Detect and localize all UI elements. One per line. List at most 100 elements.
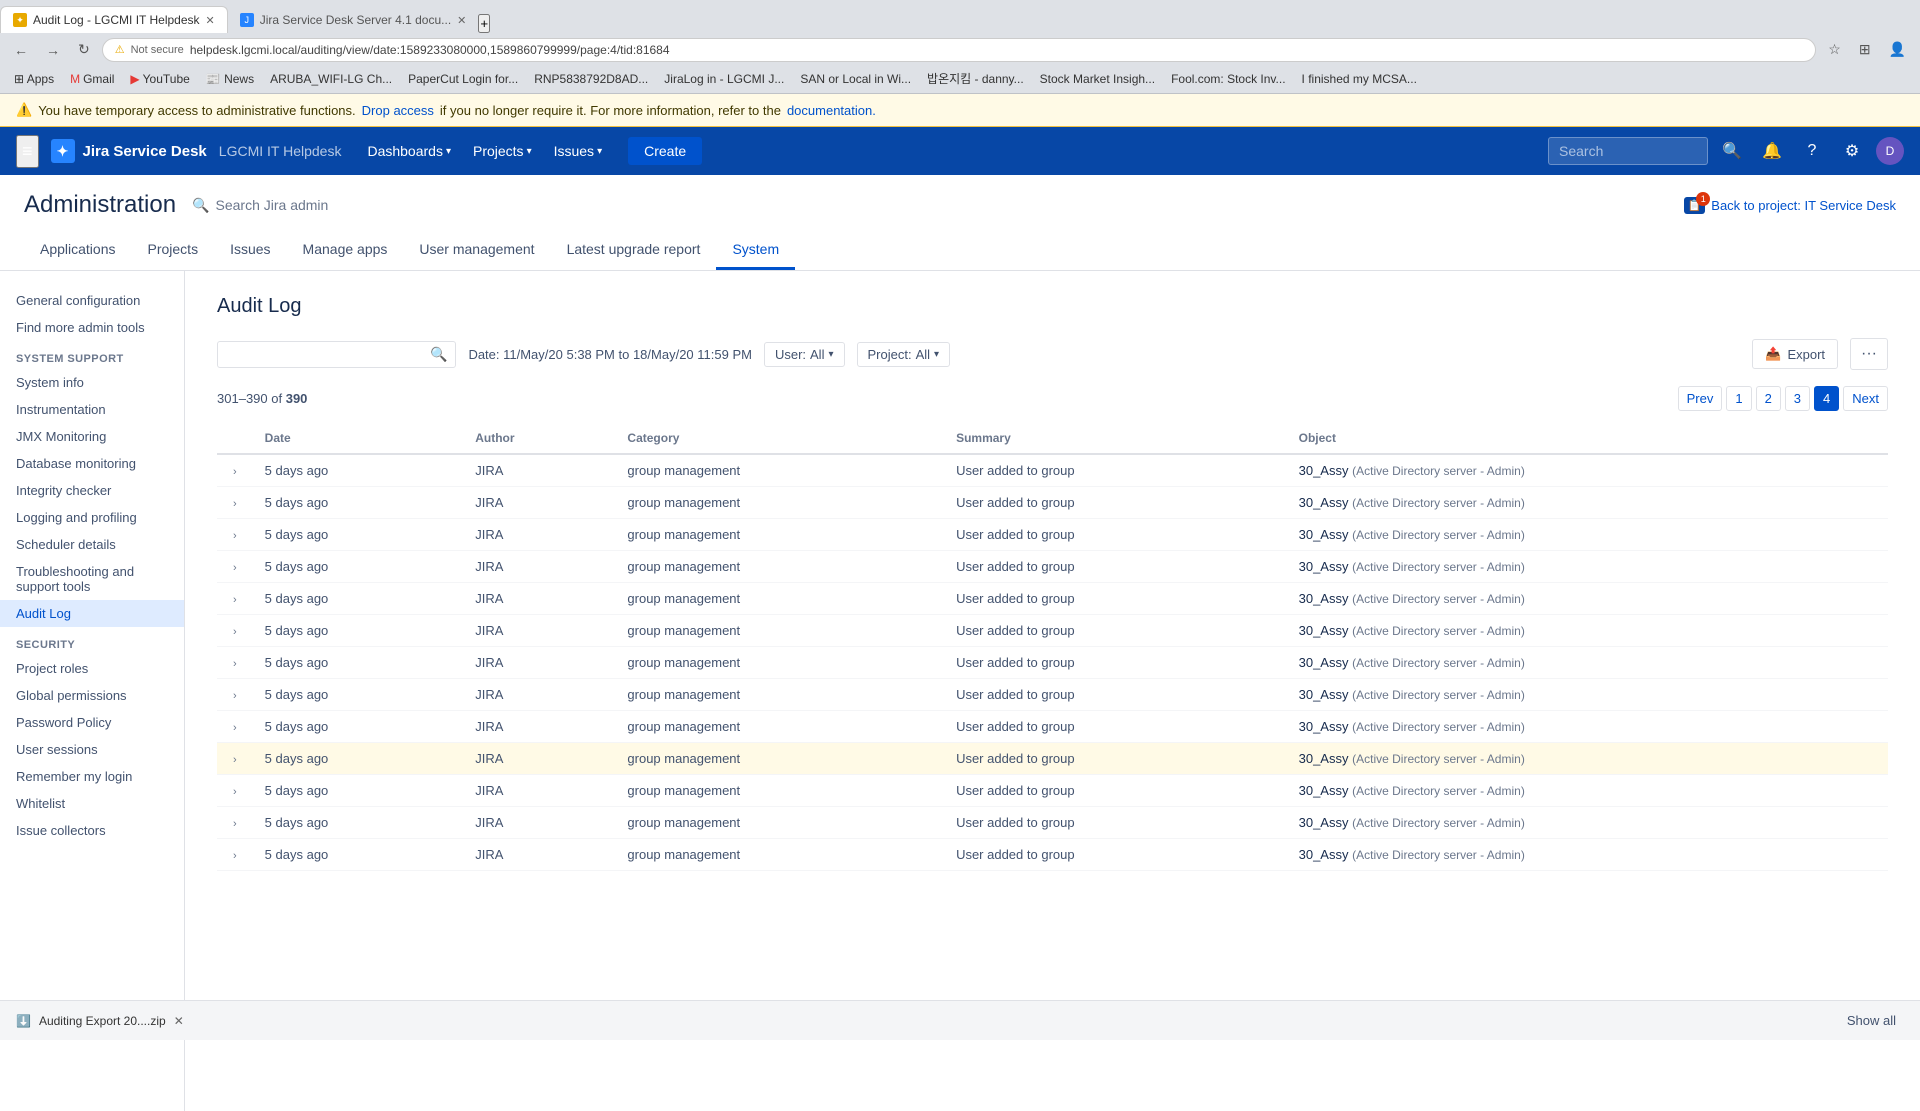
tab-manage-apps[interactable]: Manage apps — [287, 231, 404, 270]
bookmark-stock[interactable]: Stock Market Insigh... — [1034, 70, 1161, 88]
notifications-button[interactable]: 🔔 — [1756, 135, 1788, 167]
logo-link[interactable]: ✦ Jira Service Desk — [51, 139, 207, 163]
page-link-1[interactable]: 1 — [1726, 386, 1751, 411]
admin-search[interactable]: 🔍 Search Jira admin — [192, 197, 328, 214]
settings-button[interactable]: ⚙ — [1836, 135, 1868, 167]
expand-icon[interactable]: › — [229, 784, 241, 800]
expand-cell[interactable]: › — [217, 839, 253, 871]
bookmark-news[interactable]: 📰 News — [200, 70, 260, 88]
user-filter[interactable]: User: All ▾ — [764, 342, 845, 367]
projects-link[interactable]: Projects ▾ — [463, 135, 542, 167]
create-button[interactable]: Create — [628, 137, 702, 165]
back-button[interactable]: ← — [8, 38, 34, 62]
expand-cell[interactable]: › — [217, 743, 253, 775]
sidebar-item-db-monitoring[interactable]: Database monitoring — [0, 450, 184, 477]
sidebar-item-integrity[interactable]: Integrity checker — [0, 477, 184, 504]
bookmark-mcsa[interactable]: I finished my MCSA... — [1296, 70, 1423, 88]
sidebar-item-scheduler[interactable]: Scheduler details — [0, 531, 184, 558]
bookmark-fool[interactable]: Fool.com: Stock Inv... — [1165, 70, 1291, 88]
tab-latest-upgrade[interactable]: Latest upgrade report — [551, 231, 717, 270]
tab-user-management[interactable]: User management — [403, 231, 550, 270]
sidebar-item-troubleshooting[interactable]: Troubleshooting and support tools — [0, 558, 184, 600]
sidebar-item-whitelist[interactable]: Whitelist — [0, 790, 184, 817]
bookmark-rnp[interactable]: RNP5838792D8AD... — [528, 70, 654, 88]
tab-issues[interactable]: Issues — [214, 231, 286, 270]
user-avatar[interactable]: D — [1876, 137, 1904, 165]
tab-system[interactable]: System — [716, 231, 795, 270]
expand-cell[interactable]: › — [217, 487, 253, 519]
expand-icon[interactable]: › — [229, 624, 241, 640]
help-button[interactable]: ? — [1796, 135, 1828, 167]
page-link-3[interactable]: 3 — [1785, 386, 1810, 411]
bookmark-danny[interactable]: 밥온지킴 - danny... — [921, 68, 1030, 89]
expand-cell[interactable]: › — [217, 454, 253, 487]
new-tab-button[interactable]: + — [478, 14, 490, 33]
expand-icon[interactable]: › — [229, 560, 241, 576]
issues-link[interactable]: Issues ▾ — [544, 135, 613, 167]
active-tab[interactable]: ✦ Audit Log - LGCMI IT Helpdesk ✕ — [0, 6, 228, 33]
bookmark-jiralog[interactable]: JiraLog in - LGCMI J... — [658, 70, 790, 88]
sidebar-item-issue-collectors[interactable]: Issue collectors — [0, 817, 184, 844]
prev-page-link[interactable]: Prev — [1678, 386, 1723, 411]
more-options-button[interactable]: ··· — [1850, 338, 1888, 370]
tab-close-icon-2[interactable]: ✕ — [457, 14, 466, 27]
sidebar-item-jmx[interactable]: JMX Monitoring — [0, 423, 184, 450]
sidebar-item-general-config[interactable]: General configuration — [0, 287, 184, 314]
reload-button[interactable]: ↻ — [72, 37, 96, 62]
expand-icon[interactable]: › — [229, 464, 241, 480]
tab-close-icon[interactable]: ✕ — [206, 14, 215, 27]
sidebar-item-logging[interactable]: Logging and profiling — [0, 504, 184, 531]
expand-cell[interactable]: › — [217, 519, 253, 551]
bookmark-gmail[interactable]: M Gmail — [64, 70, 120, 88]
hamburger-button[interactable]: ≡ — [16, 135, 39, 168]
project-filter[interactable]: Project: All ▾ — [857, 342, 951, 367]
sidebar-item-instrumentation[interactable]: Instrumentation — [0, 396, 184, 423]
sidebar-item-audit-log[interactable]: Audit Log — [0, 600, 184, 627]
expand-cell[interactable]: › — [217, 807, 253, 839]
global-search-input[interactable] — [1548, 137, 1708, 165]
drop-access-link[interactable]: Drop access — [362, 103, 434, 118]
close-download-icon[interactable]: ✕ — [174, 1014, 184, 1028]
expand-icon[interactable]: › — [229, 848, 241, 864]
show-all-button[interactable]: Show all — [1839, 1009, 1904, 1032]
expand-cell[interactable]: › — [217, 583, 253, 615]
expand-cell[interactable]: › — [217, 647, 253, 679]
expand-icon[interactable]: › — [229, 688, 241, 704]
bookmark-youtube[interactable]: ▶ YouTube — [124, 70, 195, 88]
bookmark-papercut[interactable]: PaperCut Login for... — [402, 70, 524, 88]
sidebar-item-user-sessions[interactable]: User sessions — [0, 736, 184, 763]
extensions-icon[interactable]: ⊞ — [1853, 37, 1877, 62]
expand-cell[interactable]: › — [217, 679, 253, 711]
tab-projects[interactable]: Projects — [132, 231, 215, 270]
sidebar-item-password-policy[interactable]: Password Policy — [0, 709, 184, 736]
expand-cell[interactable]: › — [217, 615, 253, 647]
expand-icon[interactable]: › — [229, 592, 241, 608]
forward-button[interactable]: → — [40, 38, 66, 62]
bookmark-aruba[interactable]: ARUBA_WIFI-LG Ch... — [264, 70, 398, 88]
page-link-2[interactable]: 2 — [1756, 386, 1781, 411]
expand-icon[interactable]: › — [229, 816, 241, 832]
inactive-tab[interactable]: J Jira Service Desk Server 4.1 docu... ✕ — [228, 7, 479, 33]
audit-search-input[interactable] — [226, 347, 426, 362]
expand-icon[interactable]: › — [229, 528, 241, 544]
expand-icon[interactable]: › — [229, 720, 241, 736]
sidebar-item-project-roles[interactable]: Project roles — [0, 655, 184, 682]
next-page-link[interactable]: Next — [1843, 386, 1888, 411]
url-bar[interactable]: ⚠ Not secure helpdesk.lgcmi.local/auditi… — [102, 38, 1817, 62]
bookmark-san[interactable]: SAN or Local in Wi... — [794, 70, 917, 88]
bookmark-apps[interactable]: ⊞ Apps — [8, 70, 60, 88]
expand-icon[interactable]: › — [229, 496, 241, 512]
expand-icon[interactable]: › — [229, 656, 241, 672]
page-link-4[interactable]: 4 — [1814, 386, 1839, 411]
bookmark-icon[interactable]: ☆ — [1822, 37, 1847, 62]
export-button[interactable]: 📤 Export — [1752, 339, 1838, 369]
dashboards-link[interactable]: Dashboards ▾ — [357, 135, 461, 167]
expand-icon[interactable]: › — [229, 752, 241, 768]
expand-cell[interactable]: › — [217, 711, 253, 743]
search-icon-button[interactable]: 🔍 — [1716, 135, 1748, 167]
documentation-link[interactable]: documentation. — [787, 103, 876, 118]
sidebar-item-global-perms[interactable]: Global permissions — [0, 682, 184, 709]
tab-applications[interactable]: Applications — [24, 231, 132, 270]
sidebar-item-system-info[interactable]: System info — [0, 369, 184, 396]
sidebar-item-remember-login[interactable]: Remember my login — [0, 763, 184, 790]
